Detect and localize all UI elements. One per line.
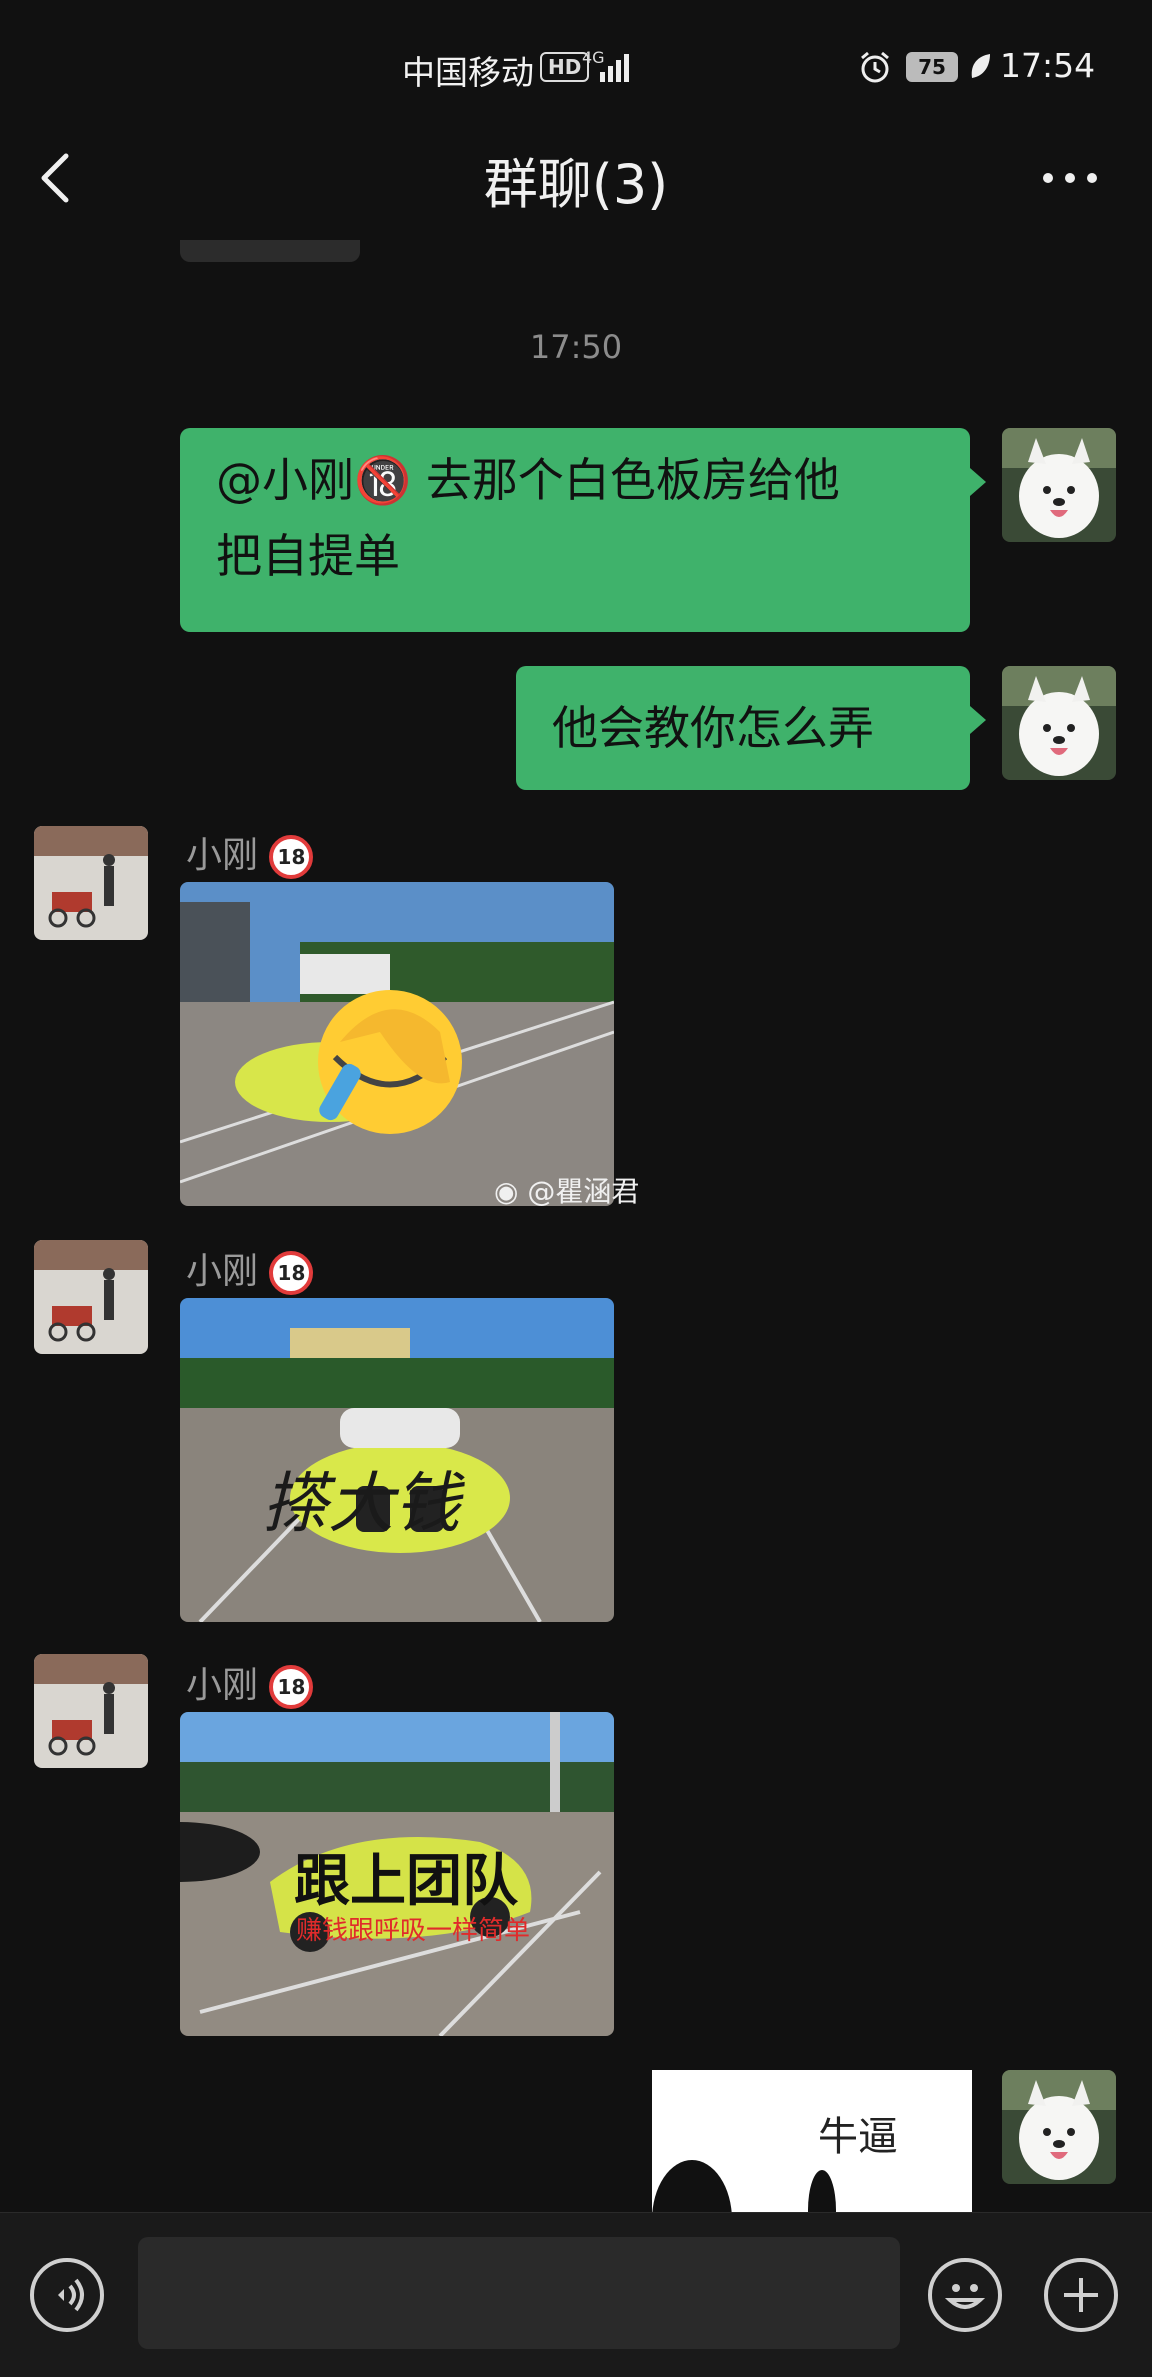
photo-overlay-text: 搽大钱 [262, 1465, 460, 1542]
page-title: 群聊(3) [483, 153, 669, 216]
samoyed-avatar-image [1002, 428, 1116, 542]
more-dots-icon[interactable] [1040, 166, 1100, 190]
my-avatar[interactable] [1002, 2070, 1116, 2184]
sender-name: 小刚 18 [186, 826, 314, 879]
photo-overlay-subtitle: 赚钱跟呼吸一样简单 [296, 1916, 531, 1946]
image-message[interactable] [180, 882, 614, 1206]
signal-icon [600, 54, 629, 82]
message-text: 他会教你怎么弄 [552, 701, 874, 755]
input-bar [0, 2212, 1152, 2377]
emoji-icon [944, 2284, 986, 2309]
previous-message-edge [180, 240, 360, 262]
sender-name: 小刚 18 [186, 1242, 314, 1295]
plus-icon [1064, 2278, 1098, 2312]
voice-button[interactable] [30, 2258, 104, 2332]
contact-avatar[interactable] [34, 1240, 148, 1354]
status-time: 17:54 [1000, 46, 1096, 85]
samoyed-avatar-image [1002, 2070, 1116, 2184]
my-message-bubble[interactable]: @小刚🔞 去那个白色板房给他 把自提单 [180, 428, 986, 632]
cart-avatar-image [34, 1240, 148, 1354]
sender-name-text: 小刚 [186, 1251, 259, 1292]
alarm-icon [861, 51, 889, 83]
emoji-button[interactable] [928, 2258, 1002, 2332]
watermark-text: @瞿涵君 [527, 1175, 640, 1208]
sender-name-text: 小刚 [186, 835, 259, 876]
car-photo-image [180, 882, 614, 1206]
panda-sticker-image [652, 2160, 836, 2212]
samoyed-avatar-image [1002, 666, 1116, 780]
age-18-icon: 18 [269, 835, 314, 879]
sticker-text: 牛逼 [818, 2114, 898, 2160]
voice-icon [58, 2278, 84, 2312]
contact-avatar[interactable] [34, 1654, 148, 1768]
status-carrier: 中国移动 [402, 53, 534, 92]
sticker-message[interactable]: 牛逼 [652, 2070, 972, 2212]
cart-avatar-image [34, 826, 148, 940]
age-18-icon: 18 [269, 1251, 314, 1295]
weibo-watermark: ◉ @瞿涵君 [494, 1170, 639, 1210]
add-button[interactable] [1044, 2258, 1118, 2332]
message-text-line: 把自提单 [216, 529, 400, 583]
sender-name: 小刚 18 [186, 1656, 314, 1709]
time-separator: 17:50 [529, 328, 623, 366]
battery-indicator: 75 [906, 52, 958, 82]
my-avatar[interactable] [1002, 666, 1116, 780]
sender-name-text: 小刚 [186, 1665, 259, 1706]
leaf-icon [971, 54, 990, 78]
cart-avatar-image [34, 1654, 148, 1768]
my-message-bubble[interactable]: 他会教你怎么弄 [516, 666, 986, 790]
my-avatar[interactable] [1002, 428, 1116, 542]
age-18-icon: 18 [269, 1665, 314, 1709]
message-input[interactable] [138, 2237, 900, 2349]
photo-overlay-title: 跟上团队 [294, 1849, 518, 1914]
weibo-icon: ◉ [494, 1175, 519, 1208]
message-text-line: @小刚🔞 去那个白色板房给他 [216, 453, 840, 507]
contact-avatar[interactable] [34, 826, 148, 940]
